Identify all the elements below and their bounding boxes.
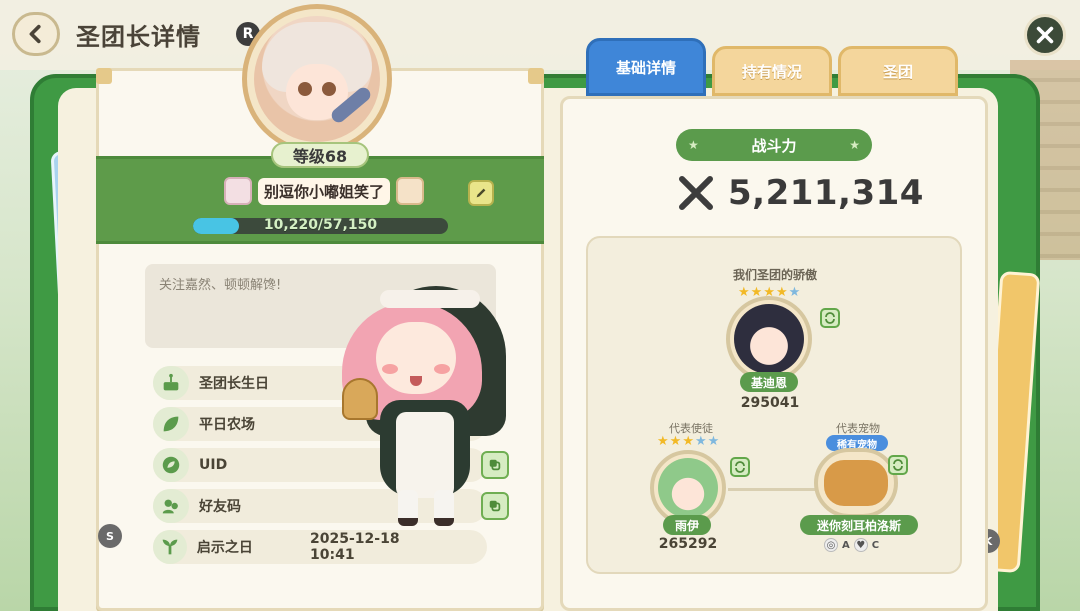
star-icon: ★ — [688, 138, 699, 152]
main-character-portrait[interactable] — [726, 296, 812, 382]
close-button[interactable] — [1024, 14, 1066, 56]
card-corner — [96, 68, 112, 84]
star-icon: ★ — [694, 434, 707, 449]
combat-power-row: 5,211,314 — [676, 170, 924, 216]
companion-face — [658, 458, 718, 518]
mascot-blush — [382, 364, 398, 374]
crossed-swords-icon — [679, 176, 713, 210]
info-row-label: 启示之日 — [196, 540, 253, 556]
swap-main-button[interactable] — [820, 308, 840, 328]
star-icon: ★ — [849, 138, 860, 152]
combat-power-label: ★ 战斗力 ★ — [676, 129, 872, 161]
swap-icon — [825, 312, 835, 324]
info-row-label: UID — [199, 457, 228, 473]
star-icon: ★ — [738, 285, 750, 300]
main-character-power: 295041 — [740, 395, 800, 411]
leaf-icon — [153, 407, 189, 441]
pet-label: 代表宠物 — [836, 422, 880, 435]
star-icon: ★ — [788, 285, 801, 300]
info-row-label: 平日农场 — [199, 417, 255, 433]
leaf-badge-icon — [153, 448, 189, 482]
tab-basic-details[interactable]: 基础详情 — [586, 38, 706, 96]
swap-companion-button[interactable] — [730, 457, 750, 477]
star-icon: ★ — [657, 434, 669, 449]
name-decoration-right — [396, 177, 425, 205]
attribute-icon: ◎ — [824, 538, 838, 552]
avatar-eye — [298, 82, 312, 96]
level-badge: 等级68 — [271, 142, 369, 168]
pet-attribute: C — [871, 539, 880, 551]
bell-icon — [342, 378, 378, 420]
info-row-value: 2025-12-18 10:41 — [310, 531, 400, 563]
guild-pride-title: 我们圣团的骄傲 — [732, 268, 817, 282]
attribute-icon: ♥ — [853, 538, 868, 552]
close-icon — [1036, 26, 1054, 44]
mascot-character — [336, 282, 506, 530]
sprout-icon — [153, 530, 187, 564]
star-icon: ★ — [682, 434, 694, 449]
key-hint-left[interactable]: S — [98, 524, 122, 548]
info-row-label: 圣团长生日 — [199, 376, 269, 392]
mascot-blush — [434, 364, 450, 374]
combat-power-title: 战斗力 — [751, 136, 797, 155]
player-name: 别逗你小嘟姐笑了 — [258, 177, 391, 205]
exp-text: 10,220/57,150 — [263, 217, 378, 233]
back-button[interactable] — [12, 12, 60, 56]
main-character-face — [734, 304, 804, 374]
star-icon: ★ — [669, 434, 682, 449]
pet-face — [824, 460, 888, 506]
pet-name: 迷你刻耳柏洛斯 — [800, 515, 918, 535]
swap-icon — [735, 461, 745, 473]
mascot-legs — [398, 490, 454, 526]
connector-line — [728, 488, 820, 491]
friends-icon — [153, 489, 189, 523]
mascot-apron — [396, 412, 454, 498]
combat-power-value: 5,211,314 — [728, 173, 924, 213]
avatar-eye — [322, 82, 336, 96]
page-title: 圣团长详情 — [76, 23, 201, 51]
mascot-headband — [380, 290, 480, 308]
avatar-portrait — [254, 16, 380, 142]
name-decoration-left — [224, 177, 252, 205]
info-row-revelation-date: 启示之日 2025-12-18 10:41 — [153, 530, 487, 564]
avatar[interactable] — [242, 4, 392, 154]
pencil-icon — [476, 188, 486, 198]
card-corner — [528, 68, 544, 84]
tab-holdings[interactable]: 持有情况 — [712, 46, 832, 96]
star-icon: ★ — [707, 434, 720, 449]
cake-icon — [153, 366, 189, 400]
main-character-name: 基迪恩 — [740, 372, 798, 392]
companion-power: 265292 — [658, 536, 718, 552]
edit-name-button[interactable] — [468, 180, 494, 206]
pet-attributes: ◎ A ♥ C — [824, 538, 879, 552]
pet-attribute: A — [842, 539, 850, 551]
companion-name: 雨伊 — [663, 515, 711, 535]
tab-guild[interactable]: 圣团 — [838, 46, 958, 96]
companion-star-rating: ★ ★ ★ ★ ★ — [657, 435, 719, 448]
pet-portrait[interactable] — [814, 448, 898, 518]
info-row-label: 好友码 — [199, 499, 241, 515]
player-name-row: 别逗你小嘟姐笑了 — [224, 176, 425, 206]
back-arrow-icon — [29, 24, 41, 44]
swap-icon — [893, 459, 903, 471]
swap-pet-button[interactable] — [888, 455, 908, 475]
